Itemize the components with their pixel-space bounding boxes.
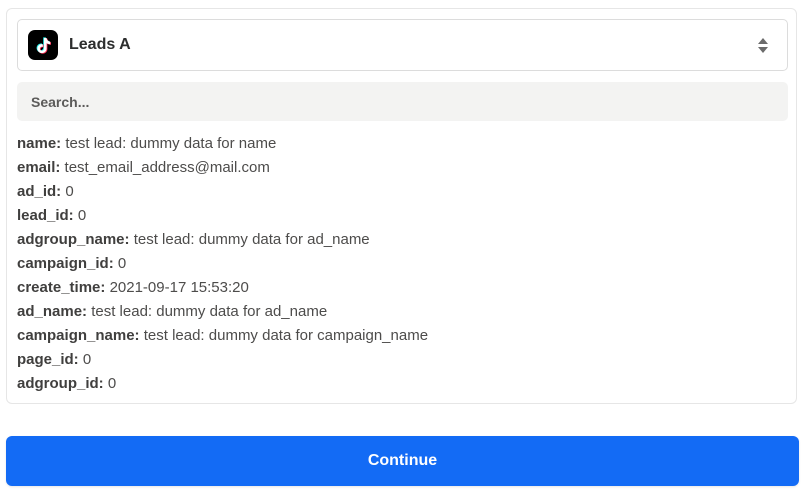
field-key: lead_id: [17,207,74,224]
field-value: 2021-09-17 15:53:20 [109,279,249,296]
field-row: campaign_id: 0 [17,252,788,276]
field-row: ad_id: 0 [17,180,788,204]
tiktok-logo-icon [28,30,58,60]
field-value: 0 [77,207,87,224]
field-key: create_time: [17,279,106,296]
field-value: 0 [107,375,117,392]
field-value: test lead: dummy data for ad_name [91,303,328,320]
search-input[interactable] [17,82,788,121]
field-row: adgroup_id: 0 [17,372,788,396]
field-key: ad_id: [17,183,62,200]
continue-button[interactable]: Continue [6,436,799,486]
field-value: 0 [117,255,127,272]
field-value: test lead: dummy data for name [65,135,277,152]
selected-record-label: Leads A [69,36,131,53]
field-key: ad_name: [17,303,88,320]
field-value: test lead: dummy data for ad_name [133,231,370,248]
field-value: 0 [65,183,74,200]
field-value: test_email_address@mail.com [64,159,270,176]
field-key: campaign_id: [17,255,114,272]
field-row: adgroup_name: test lead: dummy data for … [17,228,788,252]
field-key: campaign_name: [17,327,140,344]
field-row: page_id: 0 [17,348,788,372]
trigger-record-selector[interactable]: Leads A [17,19,788,71]
field-row: lead_id: 0 [17,204,788,228]
field-value: 0 [82,351,92,368]
field-value: test lead: dummy data for campaign_name [143,327,429,344]
field-row: name: test lead: dummy data for name [17,132,788,156]
field-key: email: [17,159,61,176]
field-key: name: [17,135,62,152]
field-row: campaign_name: test lead: dummy data for… [17,324,788,348]
field-key: adgroup_name: [17,231,130,248]
field-key: page_id: [17,351,79,368]
field-row: ad_name: test lead: dummy data for ad_na… [17,300,788,324]
sort-chevrons-icon [757,35,769,55]
field-list: name: test lead: dummy data for name emai… [17,132,788,396]
field-key: adgroup_id: [17,375,104,392]
field-row: email: test_email_address@mail.com [17,156,788,180]
field-row: create_time: 2021-09-17 15:53:20 [17,276,788,300]
lead-sample-card: Leads A name: test lead: dummy data for … [6,8,797,404]
